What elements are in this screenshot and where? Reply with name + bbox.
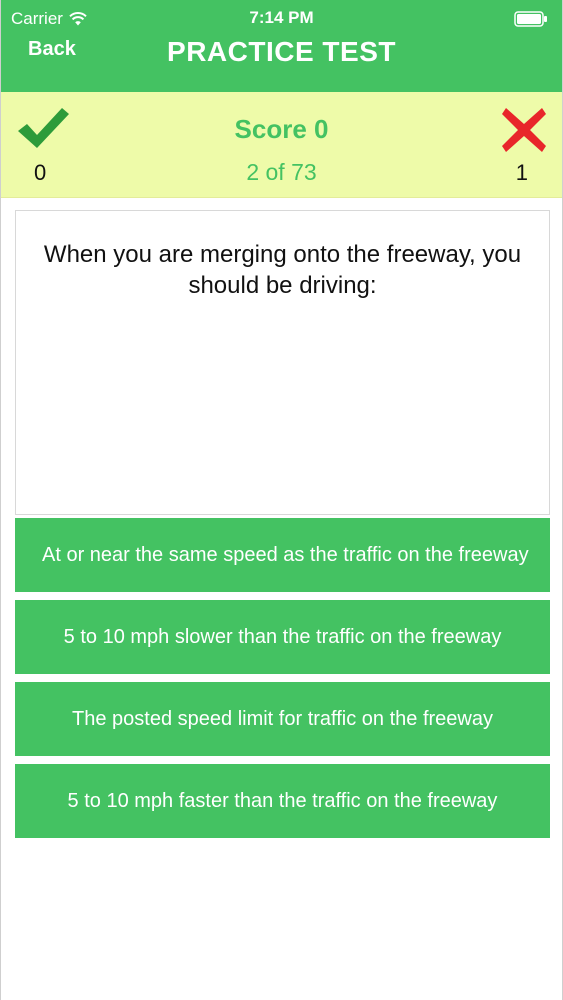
answer-option-1[interactable]: At or near the same speed as the traffic… <box>15 518 550 592</box>
practice-test-screen: Carrier 7:14 PM Back PRACTICE TEST 0 Sco… <box>0 0 563 1000</box>
question-text: When you are merging onto the freeway, y… <box>43 241 522 299</box>
battery-icon <box>514 11 547 27</box>
status-clock: 7:14 PM <box>249 8 314 27</box>
answer-option-2[interactable]: 5 to 10 mph slower than the traffic on t… <box>15 600 550 674</box>
status-bar: Carrier 7:14 PM <box>1 0 562 36</box>
answer-option-4[interactable]: 5 to 10 mph faster than the traffic on t… <box>15 764 550 838</box>
answer-option-3[interactable]: The posted speed limit for traffic on th… <box>15 682 550 756</box>
score-panel: 0 Score 0 2 of 73 1 <box>1 92 562 198</box>
page-title: PRACTICE TEST <box>167 36 396 67</box>
app-header: Carrier 7:14 PM Back PRACTICE TEST <box>1 0 562 92</box>
cross-icon <box>502 108 546 152</box>
answer-list: At or near the same speed as the traffic… <box>15 518 550 846</box>
question-progress: 2 of 73 <box>246 159 317 185</box>
question-card: When you are merging onto the freeway, y… <box>15 210 550 515</box>
score-label: Score 0 <box>234 114 329 144</box>
wrong-count: 1 <box>515 160 528 185</box>
